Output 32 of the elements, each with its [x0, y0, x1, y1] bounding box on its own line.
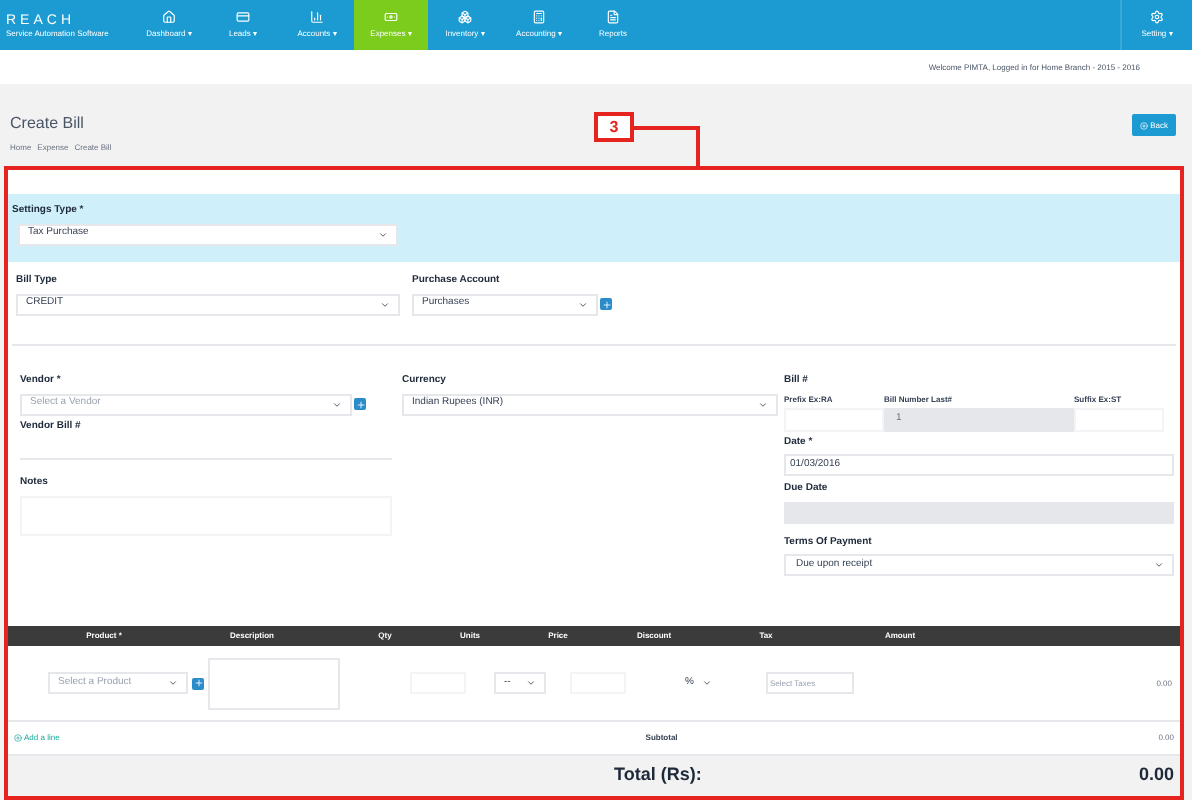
- plus-icon: [601, 299, 611, 309]
- caret-icon: [378, 229, 388, 239]
- plus-icon: [355, 399, 365, 409]
- due-date-field[interactable]: [784, 501, 1174, 523]
- plus-icon: [1140, 121, 1149, 129]
- banknote-icon: [384, 10, 398, 24]
- caret-icon: [1154, 560, 1164, 570]
- plus-circle-icon: [14, 734, 22, 742]
- caret-icon: [702, 678, 712, 688]
- card-icon: [236, 10, 250, 24]
- add-button[interactable]: [600, 298, 612, 310]
- total-label: Total (Rs):: [614, 762, 702, 789]
- caret-icon: [332, 399, 342, 409]
- suffix-input[interactable]: [1074, 407, 1164, 431]
- calculator-icon: [532, 10, 546, 24]
- add-button[interactable]: [192, 677, 204, 689]
- boxes-icon: [458, 10, 472, 24]
- add-button[interactable]: [354, 398, 366, 410]
- caret-icon: [526, 678, 536, 688]
- caret-icon: [578, 299, 588, 309]
- page-title: Create Bill: [10, 112, 86, 136]
- prefix-input[interactable]: [784, 407, 884, 431]
- settings-icon: [1150, 10, 1164, 24]
- caret-icon: [758, 399, 768, 409]
- plus-icon: [193, 678, 204, 688]
- document-icon: [606, 10, 620, 24]
- home-icon: [162, 10, 176, 24]
- caret-icon: [168, 678, 179, 688]
- total-value: 0.00: [1138, 762, 1174, 789]
- caret-icon: [380, 299, 390, 309]
- bar-chart-icon: [310, 10, 324, 24]
- callout-number: 3: [594, 112, 634, 142]
